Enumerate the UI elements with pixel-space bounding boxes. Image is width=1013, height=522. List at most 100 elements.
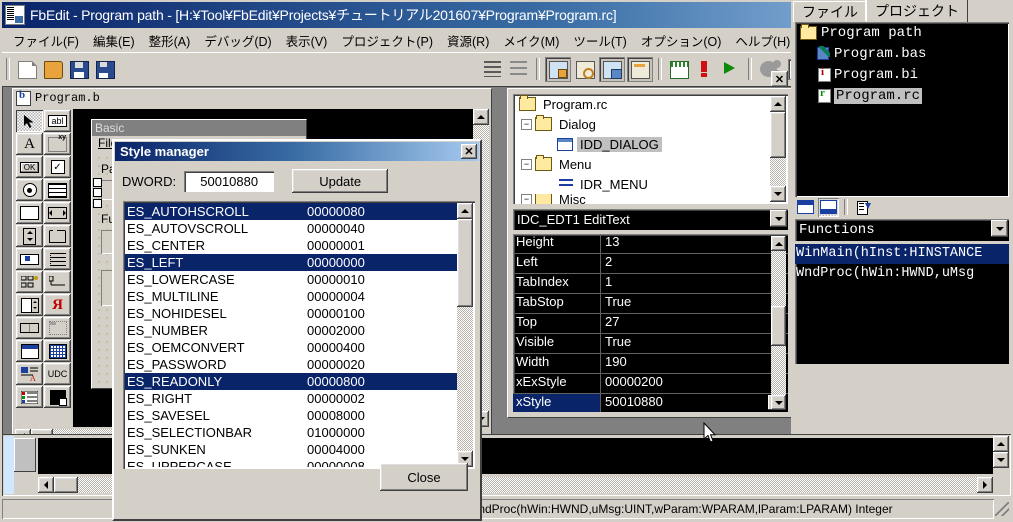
scroll-up-button[interactable] [457, 203, 473, 219]
properties-button[interactable] [627, 57, 653, 82]
menu-make[interactable]: メイク(M) [496, 29, 566, 52]
menu-format[interactable]: 整形(A) [142, 29, 198, 52]
error-button[interactable] [693, 58, 717, 81]
property-value[interactable]: 2 [601, 254, 788, 273]
new-file-button[interactable] [15, 58, 39, 81]
tree-row-misc[interactable]: − Misc [513, 194, 788, 204]
sort-list-button[interactable] [853, 198, 874, 217]
style-list-item[interactable]: ES_PASSWORD00000020 [125, 356, 457, 373]
tabcontrol-tool[interactable] [44, 317, 71, 339]
vscroll-thumb[interactable] [771, 306, 786, 346]
property-value[interactable]: 13 [601, 234, 788, 253]
style-list-item[interactable]: ES_SAVESEL00008000 [125, 407, 457, 424]
progressbar-tool[interactable] [16, 248, 43, 270]
resource-button[interactable] [667, 58, 691, 81]
chevron-down-icon[interactable] [991, 220, 1008, 237]
menu-file[interactable]: ファイル(F) [6, 29, 86, 52]
project-tree-row-bas[interactable]: Program.bas [795, 43, 1009, 64]
collapse-icon[interactable]: − [521, 159, 532, 170]
udc-tool[interactable]: UDC [44, 363, 71, 385]
richtext-tool[interactable]: A [16, 363, 43, 385]
menu-debug[interactable]: デバッグ(D) [197, 29, 278, 52]
style-list-item[interactable]: ES_CENTER00000001 [125, 237, 457, 254]
calendar-tool[interactable] [44, 340, 71, 362]
style-list-item[interactable]: ES_READONLY00000800 [125, 373, 457, 390]
project-tree-row-root[interactable]: Program path [795, 22, 1009, 43]
checkbox-tool[interactable]: ✓ [44, 156, 71, 178]
scroll-down-button[interactable] [770, 186, 786, 202]
scrollbar-tool[interactable] [44, 202, 71, 224]
project-tree[interactable]: Program path Program.bas Program.bi Prog… [795, 22, 1009, 197]
view-top-button[interactable] [795, 198, 816, 217]
treeview-tool[interactable] [44, 248, 71, 270]
label-tool[interactable]: A [16, 133, 43, 155]
scroll-down-button[interactable] [771, 395, 786, 410]
functions-combo[interactable]: Functions [795, 219, 1009, 241]
chevron-down-icon[interactable] [770, 210, 787, 227]
scroll-left-button[interactable] [38, 477, 54, 493]
style-list-item[interactable]: ES_SELECTIONBAR01000000 [125, 424, 457, 441]
collapse-icon[interactable]: − [521, 119, 532, 130]
update-button[interactable]: Update [292, 169, 388, 193]
window-tool[interactable] [16, 340, 43, 362]
style-list-scrollbar[interactable] [457, 203, 473, 467]
resource-tree[interactable]: Program.rc − Dialog IDD_DIALOG − Menu [513, 94, 788, 204]
spinner-tool[interactable] [16, 294, 43, 316]
tab-files[interactable]: ファイル [793, 1, 867, 22]
output-gutter-thumb[interactable] [14, 438, 36, 472]
menu-help[interactable]: ヘルプ(H) [728, 29, 797, 52]
color-tool[interactable] [44, 386, 71, 408]
find-button[interactable] [573, 58, 597, 81]
control-selector-combo[interactable]: IDC_EDT1 EditText [513, 209, 788, 230]
style-list-item[interactable]: ES_AUTOHSCROLL00000080 [125, 203, 457, 220]
button-tool[interactable]: OK [16, 156, 43, 178]
property-value[interactable]: 00000200 [601, 374, 788, 393]
style-list-item[interactable]: ES_AUTOVSCROLL00000040 [125, 220, 457, 237]
scroll-up-button[interactable] [473, 109, 489, 125]
menu-options[interactable]: オプション(O) [634, 29, 729, 52]
save-all-button[interactable] [93, 58, 117, 81]
style-list-item[interactable]: ES_NUMBER00002000 [125, 322, 457, 339]
style-list-item[interactable]: ES_NOHIDESEL00000100 [125, 305, 457, 322]
statusbar-tool[interactable] [16, 317, 43, 339]
listview-tool[interactable] [44, 179, 71, 201]
richedit-tool[interactable]: Я [44, 294, 71, 316]
property-value[interactable]: 1 [601, 274, 788, 293]
scroll-up-button[interactable] [771, 236, 786, 251]
compile-button[interactable] [545, 57, 571, 82]
menu-project[interactable]: プロジェクト(P) [334, 29, 440, 52]
scroll-up-button[interactable] [993, 436, 1009, 452]
collapse-icon[interactable]: − [521, 194, 532, 204]
pointer-tool[interactable] [16, 110, 43, 132]
style-list-item[interactable]: ES_MULTILINE00000004 [125, 288, 457, 305]
style-manager-close-button[interactable]: ✕ [461, 144, 477, 159]
output-vscrollbar[interactable] [993, 436, 1009, 476]
updown-tool[interactable] [16, 225, 43, 247]
property-grid-scrollbar[interactable] [771, 236, 786, 410]
style-list-item[interactable]: ES_LOWERCASE00000010 [125, 271, 457, 288]
view-bottom-button[interactable] [818, 198, 839, 217]
open-file-button[interactable] [41, 58, 65, 81]
scroll-down-button[interactable] [993, 452, 1009, 468]
resize-grip-icon[interactable] [995, 502, 1009, 516]
project-tree-row-rc[interactable]: Program.rc [795, 85, 1009, 106]
resize-handle-ml[interactable] [93, 188, 102, 197]
property-value[interactable]: True [601, 294, 788, 313]
style-list-item[interactable]: ES_OEMCONVERT00000400 [125, 339, 457, 356]
tab-project[interactable]: プロジェクト [866, 0, 968, 22]
style-manager-close-action-button[interactable]: Close [380, 463, 468, 491]
menu-edit[interactable]: 編集(E) [86, 29, 142, 52]
style-list[interactable]: ES_AUTOHSCROLL00000080 ES_AUTOVSCROLL000… [125, 203, 457, 467]
vscroll-thumb[interactable] [457, 219, 473, 307]
vscroll-thumb[interactable] [770, 112, 786, 158]
style-list-item[interactable]: ES_RIGHT00000002 [125, 390, 457, 407]
resize-handle-tl[interactable] [93, 178, 102, 187]
menu-view[interactable]: 表示(V) [279, 29, 335, 52]
indent-button[interactable] [481, 58, 505, 81]
menu-tools[interactable]: ツール(T) [566, 29, 633, 52]
tree-row-dialog[interactable]: − Dialog [513, 114, 788, 134]
radio-tool[interactable] [16, 179, 43, 201]
resource-tree-scrollbar[interactable] [770, 96, 786, 202]
xy-tool[interactable]: xy [44, 133, 71, 155]
style-list-item[interactable]: ES_LEFT00000000 [125, 254, 457, 271]
